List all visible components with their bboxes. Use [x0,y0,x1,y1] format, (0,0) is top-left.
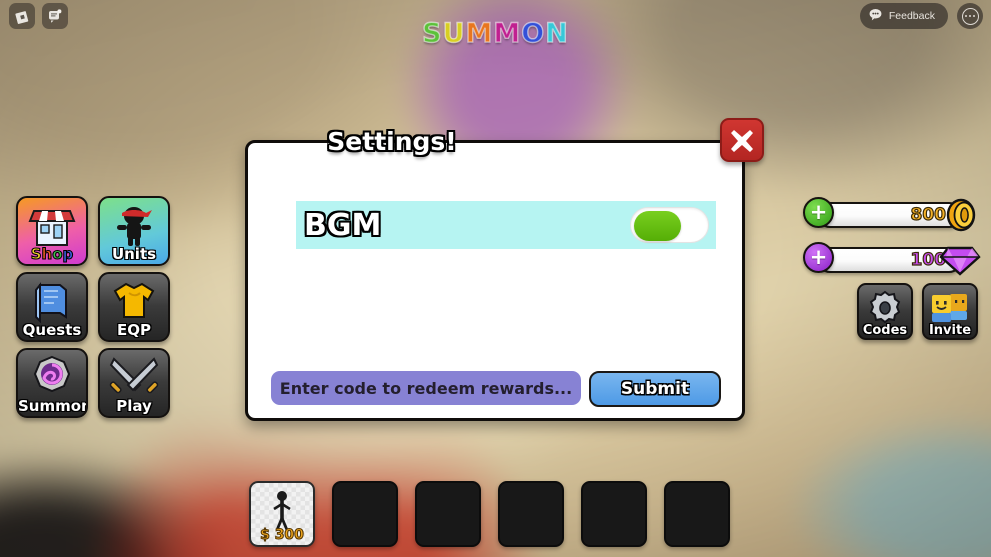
add-gold-button[interactable]: + [803,197,834,228]
currency-panel: 800 + 100 + [803,197,981,287]
sidebar-item-eqp[interactable]: EQP [98,272,170,342]
dot-1 [965,15,968,17]
purple-gem-icon [939,242,981,282]
gold-coin-icon [941,197,981,237]
ninja-unit-icon [100,203,168,249]
shop-letter-p: p [62,244,74,263]
bgm-label: BGM [304,207,382,243]
settings-modal: BGM Enter code to redeem rewards... Subm… [245,140,745,421]
hotbar-slot-2[interactable] [332,481,398,547]
hotbar-slot-3[interactable] [415,481,481,547]
add-gem-button[interactable]: + [803,242,834,273]
bgm-toggle-knob [634,211,681,241]
hotbar-slot-5[interactable] [581,481,647,547]
dot-3 [972,15,975,17]
blue-book-icon [18,279,86,323]
hotbar-slot-6[interactable] [664,481,730,547]
settings-title: Settings! [327,127,457,156]
two-characters-icon [924,289,976,327]
purple-portal-icon [18,355,86,397]
sidebar-item-label-eqp: EQP [117,321,151,339]
title-letter-3: M [493,17,522,49]
bgm-toggle[interactable] [630,207,709,243]
sidebar-item-label-play: Play [116,397,152,415]
settings-row-bgm: BGM [296,201,716,249]
sidebar-item-label-quests: Quests [22,321,82,339]
codes-button[interactable]: Codes [857,283,913,340]
shop-letter-h: h [41,244,53,263]
yellow-shirt-icon [100,279,168,323]
gem-currency-row: 100 + [803,242,981,278]
sidebar-item-label-units: Units [111,245,157,263]
sidebar-item-quests[interactable]: Quests [16,272,88,342]
title-letter-2: M [465,17,494,49]
sidebar-item-label-shop: Shop [18,244,86,263]
invite-label: Invite [928,323,972,338]
sidebar-item-play[interactable]: Play [98,348,170,418]
crossed-swords-icon [100,355,168,399]
title-letter-1: U [442,17,466,49]
submit-button[interactable]: Submit [589,371,721,407]
gear-icon [859,289,911,327]
side-menu: Shop Units Quests EQP Summon Play [16,196,170,418]
title-letter-0: S [421,17,443,49]
sidebar-item-units[interactable]: Units [98,196,170,266]
shop-storefront-icon [18,203,86,249]
codes-label: Codes [862,323,908,338]
gold-currency-row: 800 + [803,197,978,233]
title-letter-5: N [545,17,569,49]
utility-button-group: Codes Invite [857,283,978,340]
code-redeem-input[interactable]: Enter code to redeem rewards... [271,371,581,405]
shop-letter-o: o [52,244,63,263]
title-letter-4: O [521,17,546,49]
close-button[interactable] [720,118,764,162]
hotbar: $ 300 [249,481,730,547]
sidebar-item-label-summon: Summon [18,397,88,415]
invite-button[interactable]: Invite [922,283,978,340]
shop-letter-s: S [30,244,42,263]
game-title: SUMMON [0,17,991,49]
hotbar-slot-4[interactable] [498,481,564,547]
close-x-icon [731,130,753,152]
sidebar-item-shop[interactable]: Shop [16,196,88,266]
sidebar-item-summon[interactable]: Summon [16,348,88,418]
stickman-unit-icon [251,490,313,532]
dot-2 [969,15,971,17]
hotbar-slot-1-price: $ 300 [260,526,305,543]
hotbar-slot-1[interactable]: $ 300 [249,481,315,547]
